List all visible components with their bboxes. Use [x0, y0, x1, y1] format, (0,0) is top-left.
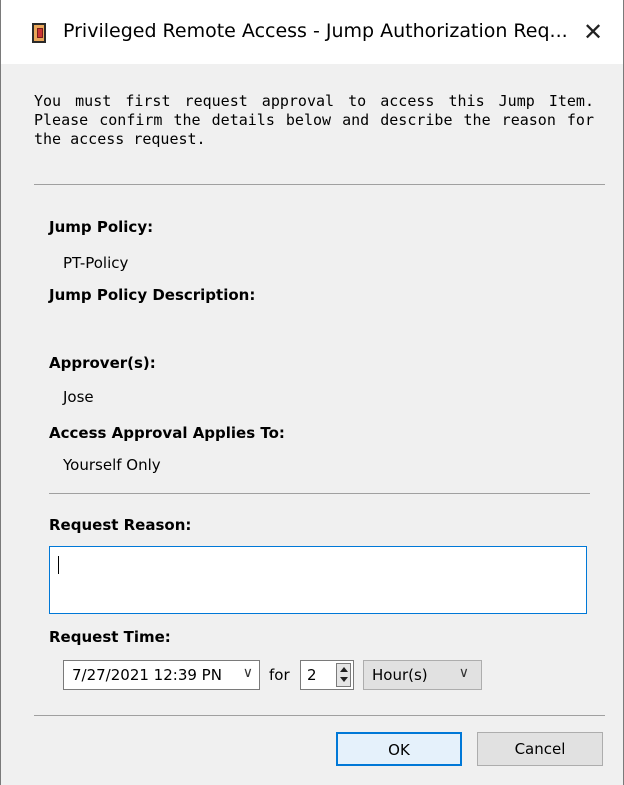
app-icon	[32, 23, 46, 43]
applies-to-label: Access Approval Applies To:	[49, 424, 285, 442]
chevron-down-icon[interactable]: ∨	[459, 665, 469, 681]
spin-up-icon[interactable]	[340, 667, 348, 672]
close-button[interactable]: ✕	[575, 14, 611, 50]
text-caret	[58, 556, 59, 574]
duration-unit-select[interactable]: Hour(s) ∨	[363, 660, 482, 690]
duration-spin-buttons[interactable]	[336, 663, 351, 687]
approvers-label: Approver(s):	[49, 354, 156, 372]
divider	[49, 493, 590, 494]
jump-policy-value: PT-Policy	[63, 254, 129, 272]
chevron-down-icon[interactable]: ∨	[243, 665, 253, 681]
for-label: for	[269, 666, 290, 684]
applies-to-value: Yourself Only	[63, 456, 161, 474]
duration-unit-value: Hour(s)	[372, 666, 428, 684]
request-reason-label: Request Reason:	[49, 516, 192, 534]
request-datetime-value: 7/27/2021 12:39 PN	[72, 666, 222, 684]
spin-down-icon[interactable]	[340, 677, 348, 682]
cancel-button[interactable]: Cancel	[477, 732, 603, 766]
intro-text: You must first request approval to acces…	[34, 92, 594, 148]
request-reason-input[interactable]	[49, 546, 587, 614]
jump-policy-description-label: Jump Policy Description:	[49, 286, 256, 304]
request-datetime-picker[interactable]: 7/27/2021 12:39 PN ∨	[63, 660, 260, 690]
window-title: Privileged Remote Access - Jump Authoriz…	[63, 20, 568, 42]
ok-button[interactable]: OK	[336, 732, 462, 766]
duration-value: 2	[307, 666, 317, 684]
jump-policy-label: Jump Policy:	[49, 218, 154, 236]
divider	[34, 184, 605, 185]
approvers-value: Jose	[63, 388, 94, 406]
duration-stepper[interactable]: 2	[300, 660, 354, 690]
divider	[34, 715, 605, 716]
jump-authorization-dialog: Privileged Remote Access - Jump Authoriz…	[0, 0, 624, 785]
request-time-label: Request Time:	[49, 628, 171, 646]
title-bar: Privileged Remote Access - Jump Authoriz…	[1, 0, 623, 64]
